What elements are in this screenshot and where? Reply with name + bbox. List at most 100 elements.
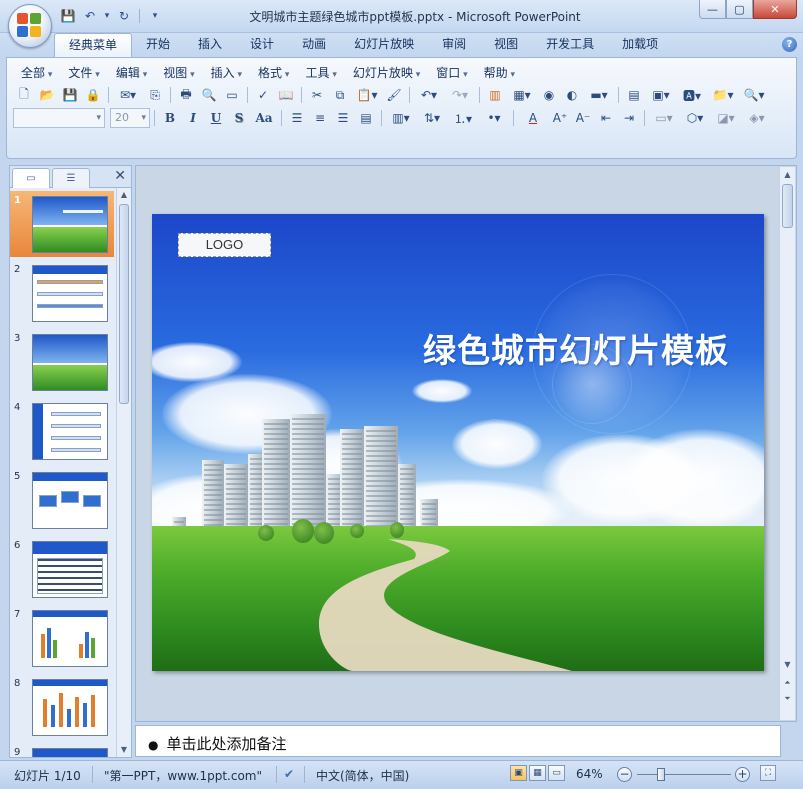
align-center-icon[interactable]: ≡ bbox=[309, 108, 331, 128]
undo-icon[interactable]: ↶▾ bbox=[414, 85, 444, 105]
thumbnail-slide-5[interactable]: 5 bbox=[10, 467, 114, 533]
slide-show-icon[interactable]: ▭ bbox=[548, 765, 565, 781]
menu-help[interactable]: 帮助 bbox=[476, 64, 523, 82]
numbering-icon[interactable]: ⒈▾ bbox=[448, 108, 478, 128]
spelling-icon[interactable]: ✓ bbox=[252, 85, 274, 105]
thumbnail-slide-2[interactable]: 2 bbox=[10, 260, 114, 326]
email-icon[interactable]: ✉▾ bbox=[113, 85, 143, 105]
save-icon[interactable]: 💾 bbox=[58, 7, 78, 25]
help-icon[interactable]: ? bbox=[782, 37, 797, 52]
tab-add-ins[interactable]: 加载项 bbox=[608, 33, 672, 57]
text-box-icon[interactable]: 🅰▾ bbox=[677, 85, 707, 105]
arrange-icon[interactable]: ⬡▾ bbox=[680, 108, 710, 128]
menu-insert[interactable]: 插入 bbox=[203, 64, 250, 82]
tab-insert[interactable]: 插入 bbox=[184, 33, 236, 57]
panel-close-icon[interactable]: ✕ bbox=[114, 168, 126, 184]
clip-art-icon[interactable]: ◉ bbox=[538, 85, 560, 105]
slide-preview-icon[interactable]: ▭ bbox=[221, 85, 243, 105]
shadow-button[interactable]: S bbox=[228, 108, 250, 128]
columns-icon[interactable]: ▥▾ bbox=[386, 108, 416, 128]
next-slide-icon[interactable]: ⏷ bbox=[780, 691, 795, 706]
zoom-knob[interactable] bbox=[657, 768, 665, 781]
italic-button[interactable]: I bbox=[182, 108, 204, 128]
zoom-level[interactable]: 64% bbox=[576, 767, 603, 781]
scroll-down-icon[interactable]: ▼ bbox=[117, 743, 131, 757]
close-button[interactable]: ✕ bbox=[753, 0, 797, 19]
decrease-font-icon[interactable]: A⁻ bbox=[572, 108, 594, 128]
slide-canvas[interactable]: LOGO 绿色城市幻灯片模板 bbox=[152, 214, 764, 671]
font-name-combo[interactable] bbox=[13, 108, 105, 128]
thumbnail-slide-7[interactable]: 7 bbox=[10, 605, 114, 671]
slide-scrollbar[interactable]: ▲ ▼ ⏶ ⏷ bbox=[779, 167, 795, 720]
thumbnail-slide-9[interactable]: 9 bbox=[10, 743, 114, 757]
tab-review[interactable]: 审阅 bbox=[428, 33, 480, 57]
zoom-track[interactable] bbox=[637, 774, 731, 775]
maximize-button[interactable]: ▢ bbox=[726, 0, 753, 19]
underline-button[interactable]: U bbox=[205, 108, 227, 128]
tab-slides[interactable]: ▭ bbox=[12, 168, 50, 188]
menu-slide-show[interactable]: 幻灯片放映 bbox=[345, 64, 428, 82]
scroll-thumb[interactable] bbox=[119, 204, 129, 404]
font-size-combo[interactable]: 20 bbox=[110, 108, 150, 128]
spell-check-icon[interactable]: ✔ bbox=[284, 767, 294, 781]
notes-placeholder[interactable]: 单击此处添加备注 bbox=[148, 733, 286, 754]
paste-icon[interactable]: 📋▾ bbox=[352, 85, 382, 105]
thumbnail-slide-6[interactable]: 6 bbox=[10, 536, 114, 602]
thumbnail-slide-1[interactable]: 1 bbox=[10, 191, 114, 257]
align-left-icon[interactable]: ☰ bbox=[286, 108, 308, 128]
table-icon[interactable]: ▦▾ bbox=[507, 85, 537, 105]
black-white-icon[interactable]: ▬▾ bbox=[584, 85, 614, 105]
zoom-out-icon[interactable]: − bbox=[617, 767, 632, 782]
normal-view-icon[interactable]: ▣ bbox=[510, 765, 527, 781]
chart-icon[interactable]: ▥ bbox=[484, 85, 506, 105]
insert-folder-icon[interactable]: 📁▾ bbox=[708, 85, 738, 105]
menu-window[interactable]: 窗口 bbox=[428, 64, 475, 82]
copy-icon[interactable]: ⧉ bbox=[329, 85, 351, 105]
print-icon[interactable]: 🖶 bbox=[175, 85, 197, 105]
menu-all[interactable]: 全部 bbox=[13, 64, 60, 82]
notes-pane[interactable]: 单击此处添加备注 bbox=[135, 725, 781, 757]
tab-home[interactable]: 开始 bbox=[132, 33, 184, 57]
menu-tools[interactable]: 工具 bbox=[297, 64, 344, 82]
increase-indent-icon[interactable]: ⇥ bbox=[618, 108, 640, 128]
shapes-icon[interactable]: ▭▾ bbox=[649, 108, 679, 128]
tab-developer[interactable]: 开发工具 bbox=[532, 33, 608, 57]
logo-placeholder[interactable]: LOGO bbox=[178, 233, 271, 257]
save-icon[interactable]: 💾 bbox=[59, 85, 81, 105]
thumbnail-slide-3[interactable]: 3 bbox=[10, 329, 114, 395]
customize-qat-icon[interactable]: ▾ bbox=[145, 7, 165, 25]
publish-icon[interactable]: ⎘ bbox=[144, 85, 166, 105]
layout-icon[interactable]: ▣▾ bbox=[646, 85, 676, 105]
bullets-icon[interactable]: •▾ bbox=[479, 108, 509, 128]
tab-slide-show[interactable]: 幻灯片放映 bbox=[340, 33, 428, 57]
scroll-thumb[interactable] bbox=[782, 184, 793, 228]
menu-format[interactable]: 格式 bbox=[250, 64, 297, 82]
tab-outline[interactable]: ☰ bbox=[52, 168, 90, 188]
change-case-button[interactable]: Aa bbox=[251, 108, 277, 128]
zoom-in-icon[interactable]: + bbox=[735, 767, 750, 782]
color-grayscale-icon[interactable]: ◐ bbox=[561, 85, 583, 105]
research-icon[interactable]: 📖 bbox=[275, 85, 297, 105]
minimize-button[interactable]: — bbox=[699, 0, 726, 19]
thumbnail-scrollbar[interactable]: ▲ ▼ bbox=[116, 188, 131, 757]
redo-icon[interactable]: ↻ bbox=[114, 7, 134, 25]
menu-edit[interactable]: 编辑 bbox=[108, 64, 155, 82]
undo-dropdown-icon[interactable]: ▾ bbox=[102, 7, 112, 25]
decrease-indent-icon[interactable]: ⇤ bbox=[595, 108, 617, 128]
tab-animations[interactable]: 动画 bbox=[288, 33, 340, 57]
tab-classic-menu[interactable]: 经典菜单 bbox=[54, 33, 133, 58]
quick-styles-icon[interactable]: ◪▾ bbox=[711, 108, 741, 128]
font-color-icon[interactable]: A bbox=[518, 108, 548, 128]
tab-design[interactable]: 设计 bbox=[236, 33, 288, 57]
print-preview-icon[interactable]: 🔍 bbox=[198, 85, 220, 105]
scroll-up-icon[interactable]: ▲ bbox=[117, 188, 131, 202]
new-slide-icon[interactable]: ▤ bbox=[623, 85, 645, 105]
previous-slide-icon[interactable]: ⏶ bbox=[780, 675, 795, 690]
align-right-icon[interactable]: ☰ bbox=[332, 108, 354, 128]
open-folder-icon[interactable]: 📂 bbox=[36, 85, 58, 105]
bold-button[interactable]: B bbox=[159, 108, 181, 128]
undo-icon[interactable]: ↶ bbox=[80, 7, 100, 25]
shape-fill-icon[interactable]: ◈▾ bbox=[742, 108, 772, 128]
justify-icon[interactable]: ▤ bbox=[355, 108, 377, 128]
menu-view[interactable]: 视图 bbox=[155, 64, 202, 82]
